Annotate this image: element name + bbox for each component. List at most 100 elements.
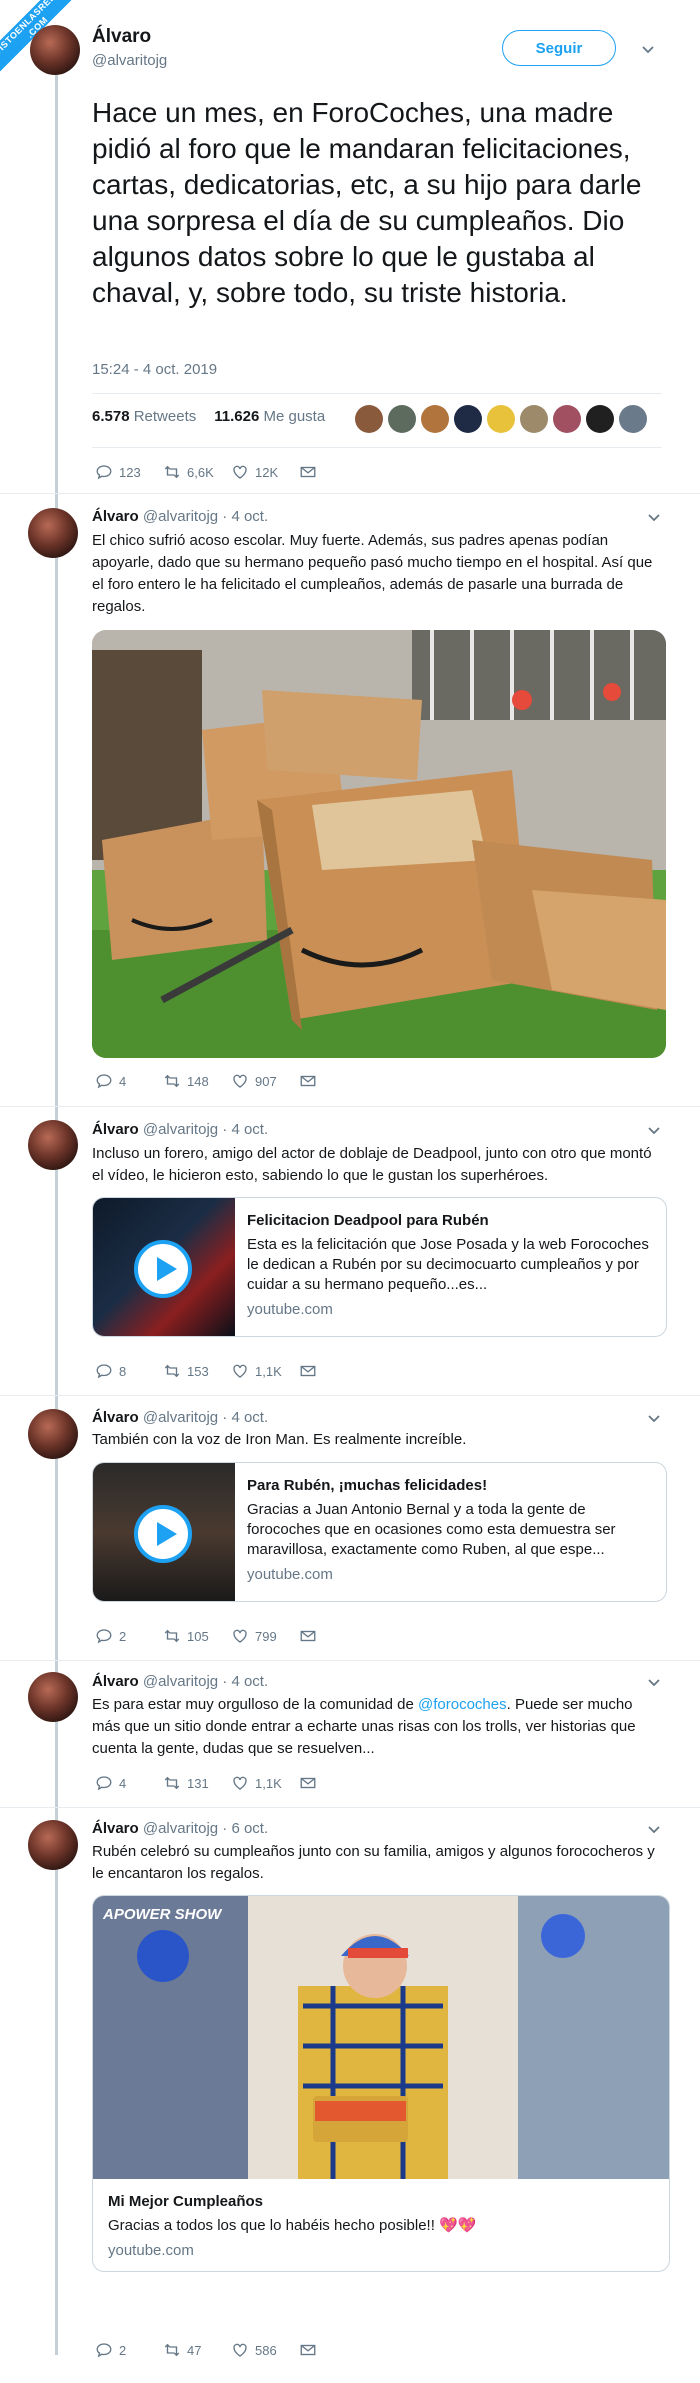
youtube-card[interactable]: Para Rubén, ¡muchas felicidades! Gracias… bbox=[92, 1462, 667, 1602]
engagement-stats: 6.578 Retweets 11.626 Me gusta bbox=[92, 408, 325, 425]
retweet-button[interactable]: 6,6K bbox=[163, 463, 231, 481]
tweet-date[interactable]: · 4 oct. bbox=[222, 1409, 268, 1426]
liker-avatar[interactable] bbox=[553, 405, 581, 433]
liker-avatar[interactable] bbox=[520, 405, 548, 433]
author-name[interactable]: Álvaro bbox=[92, 1820, 139, 1837]
liker-avatar[interactable] bbox=[619, 405, 647, 433]
tweet-date[interactable]: · 4 oct. bbox=[222, 1121, 268, 1138]
divider bbox=[92, 447, 662, 448]
retweet-count: 6.578 bbox=[92, 408, 130, 425]
card-body: Mi Mejor Cumpleaños Gracias a todos los … bbox=[108, 2193, 648, 2259]
boxes-photo bbox=[92, 630, 666, 1058]
chevron-down-icon[interactable] bbox=[648, 1677, 660, 1689]
mail-icon bbox=[300, 1365, 316, 1377]
reply-button[interactable]: 2 bbox=[95, 1627, 163, 1645]
video-thumbnail[interactable] bbox=[93, 1463, 235, 1601]
tweet-date[interactable]: · 6 oct. bbox=[222, 1820, 268, 1837]
chevron-down-icon[interactable] bbox=[648, 1125, 660, 1137]
author-handle[interactable]: @alvaritojg bbox=[143, 1820, 218, 1837]
card-title: Mi Mejor Cumpleaños bbox=[108, 2193, 264, 2210]
reply-text-start: Es para estar muy orgulloso de la comuni… bbox=[92, 1696, 419, 1713]
reply-header: Álvaro @alvaritojg · 4 oct. bbox=[92, 508, 268, 525]
dm-button[interactable] bbox=[299, 1774, 367, 1792]
main-tweet-header: Álvaro @alvaritojg bbox=[92, 26, 167, 69]
tweet-photo[interactable] bbox=[92, 630, 666, 1058]
play-icon[interactable] bbox=[134, 1505, 192, 1563]
video-thumbnail[interactable] bbox=[93, 1198, 235, 1336]
tweet-date[interactable]: 15:24 - 4 oct. 2019 bbox=[92, 361, 217, 378]
retweet-button[interactable]: 153 bbox=[163, 1362, 231, 1380]
dm-button[interactable] bbox=[299, 463, 367, 481]
author-name[interactable]: Álvaro bbox=[92, 1121, 139, 1138]
tweet-date[interactable]: · 4 oct. bbox=[222, 508, 268, 525]
author-handle[interactable]: @alvaritojg bbox=[143, 1121, 218, 1138]
chevron-down-icon[interactable] bbox=[648, 1824, 660, 1836]
card-url: youtube.com bbox=[247, 1566, 333, 1583]
reply-count: 8 bbox=[119, 1363, 127, 1379]
retweet-icon bbox=[164, 2343, 180, 2357]
dm-button[interactable] bbox=[299, 1362, 367, 1380]
avatar[interactable] bbox=[28, 1409, 78, 1459]
follow-button[interactable]: Seguir bbox=[502, 30, 616, 66]
reply-actions: 4 131 1,1K bbox=[95, 1774, 367, 1792]
chevron-down-icon[interactable] bbox=[642, 44, 654, 56]
liker-avatar[interactable] bbox=[586, 405, 614, 433]
chevron-down-icon[interactable] bbox=[648, 1413, 660, 1425]
like-button[interactable]: 1,1K bbox=[231, 1362, 299, 1380]
reply-button[interactable]: 8 bbox=[95, 1362, 163, 1380]
divider bbox=[0, 493, 700, 494]
avatar[interactable] bbox=[28, 508, 78, 558]
chevron-down-icon[interactable] bbox=[648, 512, 660, 524]
liker-avatar[interactable] bbox=[454, 405, 482, 433]
liker-avatar[interactable] bbox=[421, 405, 449, 433]
heart-icon bbox=[233, 1074, 247, 1088]
dm-button[interactable] bbox=[299, 1627, 367, 1645]
heart-icon bbox=[233, 2343, 247, 2357]
youtube-media-card[interactable]: APOWER SHOW Mi Mejor Cumpleaños Gracias … bbox=[92, 1895, 670, 2272]
like-button[interactable]: 907 bbox=[231, 1072, 299, 1090]
avatar[interactable] bbox=[28, 1672, 78, 1722]
dm-button[interactable] bbox=[299, 1072, 367, 1090]
retweet-button[interactable]: 47 bbox=[163, 2341, 231, 2359]
reply-button[interactable]: 123 bbox=[95, 463, 163, 481]
mention-link[interactable]: @forocoches bbox=[418, 1696, 507, 1713]
divider bbox=[92, 393, 662, 394]
divider bbox=[0, 1807, 700, 1808]
author-handle[interactable]: @alvaritojg bbox=[92, 52, 167, 69]
author-handle[interactable]: @alvaritojg bbox=[143, 1409, 218, 1426]
avatar[interactable] bbox=[30, 25, 80, 75]
author-name[interactable]: Álvaro bbox=[92, 1673, 139, 1690]
avatar[interactable] bbox=[28, 1120, 78, 1170]
reply-button[interactable]: 2 bbox=[95, 2341, 163, 2359]
like-button[interactable]: 12K bbox=[231, 463, 299, 481]
like-button[interactable]: 1,1K bbox=[231, 1774, 299, 1792]
play-icon[interactable] bbox=[134, 1240, 192, 1298]
card-description: Gracias a Juan Antonio Bernal y a toda l… bbox=[247, 1501, 616, 1558]
card-body: Felicitacion Deadpool para Rubén Esta es… bbox=[247, 1212, 652, 1318]
liker-avatar[interactable] bbox=[487, 405, 515, 433]
tweet-date[interactable]: · 4 oct. bbox=[222, 1673, 268, 1690]
dm-button[interactable] bbox=[299, 2341, 367, 2359]
author-name[interactable]: Álvaro bbox=[92, 26, 167, 48]
reply-actions: 8 153 1,1K bbox=[95, 1362, 367, 1380]
author-handle[interactable]: @alvaritojg bbox=[143, 1673, 218, 1690]
retweet-button[interactable]: 131 bbox=[163, 1774, 231, 1792]
liker-avatar[interactable] bbox=[388, 405, 416, 433]
reply-button[interactable]: 4 bbox=[95, 1774, 163, 1792]
like-button[interactable]: 586 bbox=[231, 2341, 299, 2359]
author-name[interactable]: Álvaro bbox=[92, 1409, 139, 1426]
author-handle[interactable]: @alvaritojg bbox=[143, 508, 218, 525]
avatar[interactable] bbox=[28, 1820, 78, 1870]
youtube-card[interactable]: Felicitacion Deadpool para Rubén Esta es… bbox=[92, 1197, 667, 1337]
reply-header: Álvaro @alvaritojg · 6 oct. bbox=[92, 1820, 268, 1837]
reply-button[interactable]: 4 bbox=[95, 1072, 163, 1090]
liker-avatar[interactable] bbox=[355, 405, 383, 433]
retweet-stat[interactable]: 6.578 Retweets bbox=[92, 408, 196, 425]
retweet-button[interactable]: 105 bbox=[163, 1627, 231, 1645]
like-stat[interactable]: 11.626 Me gusta bbox=[214, 408, 325, 425]
retweet-button[interactable]: 148 bbox=[163, 1072, 231, 1090]
retweet-stat-label: Retweets bbox=[133, 408, 197, 425]
like-button[interactable]: 799 bbox=[231, 1627, 299, 1645]
like-count: 1,1K bbox=[255, 1775, 282, 1791]
author-name[interactable]: Álvaro bbox=[92, 508, 139, 525]
